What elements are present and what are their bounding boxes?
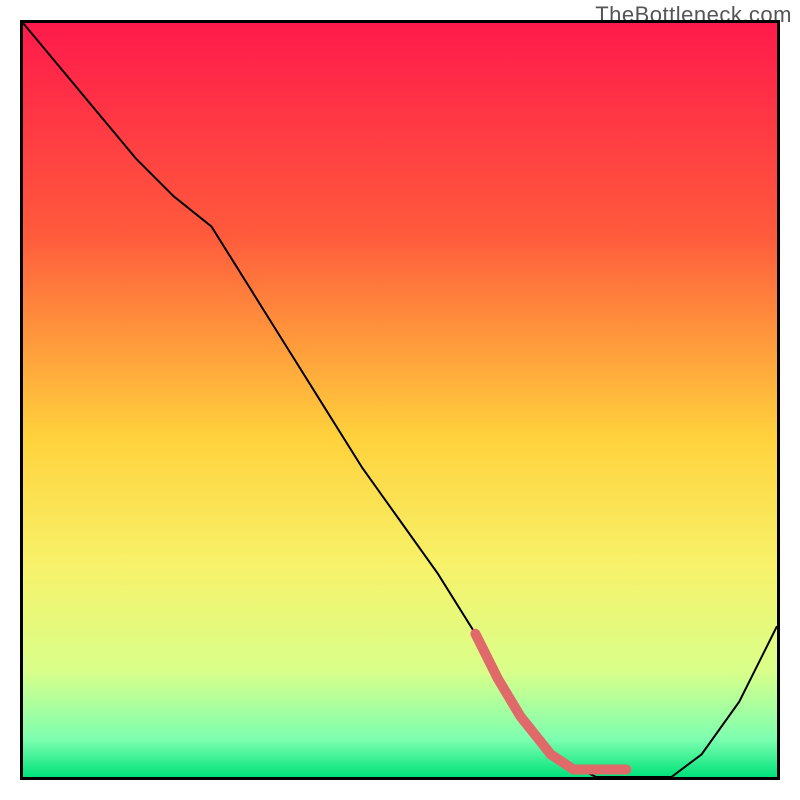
gradient-background — [23, 23, 777, 777]
highlight-dot — [621, 764, 631, 774]
highlight-dot — [584, 764, 594, 774]
plot-area — [20, 20, 780, 780]
highlight-dot — [606, 764, 616, 774]
chart-svg — [23, 23, 777, 777]
chart-frame: TheBottleneck.com — [0, 0, 800, 800]
